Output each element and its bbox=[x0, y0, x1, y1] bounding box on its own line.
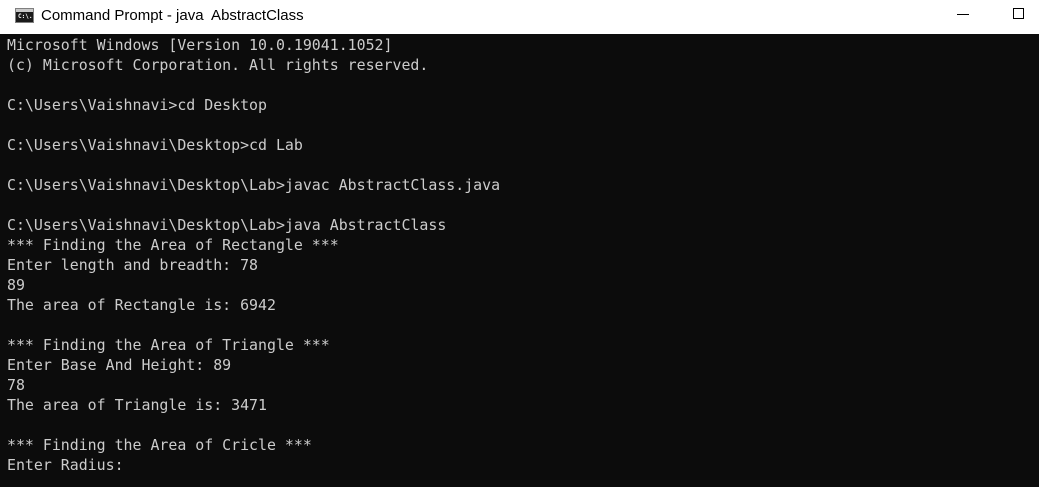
minimize-icon bbox=[957, 14, 969, 15]
cmd-icon[interactable]: C:\. bbox=[15, 8, 34, 23]
console-line: *** Finding the Area of Triangle *** bbox=[7, 336, 330, 354]
console-line: C:\Users\Vaishnavi\Desktop>cd Lab bbox=[7, 136, 303, 154]
console-line: Enter Radius: bbox=[7, 456, 124, 474]
cmd-icon-glyph: C:\. bbox=[18, 13, 33, 20]
title-bar[interactable]: C:\. Command Prompt - java AbstractClass bbox=[0, 0, 1039, 34]
maximize-icon bbox=[1013, 8, 1024, 19]
console-line: Enter length and breadth: 78 bbox=[7, 256, 259, 274]
console-line: Microsoft Windows [Version 10.0.19041.10… bbox=[7, 36, 393, 54]
console-line: 89 bbox=[7, 276, 25, 294]
console-line: Enter Base And Height: 89 bbox=[7, 356, 232, 374]
console-line: *** Finding the Area of Cricle *** bbox=[7, 436, 312, 454]
console-line: C:\Users\Vaishnavi\Desktop\Lab>javac Abs… bbox=[7, 176, 501, 194]
console-line: *** Finding the Area of Rectangle *** bbox=[7, 236, 339, 254]
maximize-button[interactable] bbox=[995, 0, 1039, 30]
window-title: Command Prompt - java AbstractClass bbox=[41, 7, 304, 24]
command-prompt-window: C:\. Command Prompt - java AbstractClass… bbox=[0, 0, 1039, 487]
console-line: C:\Users\Vaishnavi\Desktop\Lab>java Abst… bbox=[7, 216, 447, 234]
console-line: (c) Microsoft Corporation. All rights re… bbox=[7, 56, 429, 74]
cmd-icon-bar bbox=[16, 9, 33, 12]
console-line: The area of Rectangle is: 6942 bbox=[7, 296, 276, 314]
console-line: C:\Users\Vaishnavi>cd Desktop bbox=[7, 96, 267, 114]
console-output[interactable]: Microsoft Windows [Version 10.0.19041.10… bbox=[7, 35, 1035, 487]
console-line: 78 bbox=[7, 376, 25, 394]
minimize-button[interactable] bbox=[937, 0, 987, 30]
console-line: The area of Triangle is: 3471 bbox=[7, 396, 267, 414]
